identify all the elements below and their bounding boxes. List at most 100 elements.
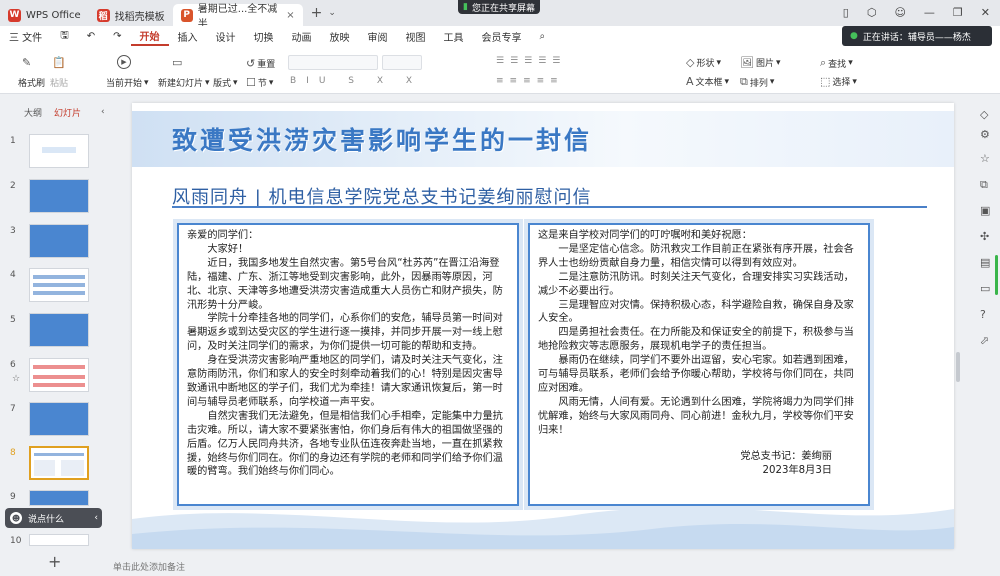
share-icon[interactable]: ⬀ [980, 334, 989, 347]
search-icon[interactable]: ⌕ [531, 26, 555, 46]
paragraph: 风雨无情，人间有爱。无论遇到什么困难，学院将竭力为同学们排忧解难，始终与大家风雨… [538, 396, 854, 436]
font-size-select[interactable] [382, 55, 422, 70]
tab-document[interactable]: P 暑期已过...全不减半 × [172, 4, 303, 30]
format-painter-icon[interactable]: ✎ [22, 56, 31, 69]
share-label: 您正在共享屏幕 [471, 3, 535, 14]
undo-icon[interactable]: ↶ [78, 26, 104, 46]
chat-input[interactable]: ☻ 说点什么 ‹ [5, 508, 102, 528]
maximize-button[interactable]: ❐ [953, 6, 963, 19]
tab-outline[interactable]: 大纲 [24, 106, 42, 119]
slide-thumbnail[interactable]: 4 [0, 268, 107, 306]
tab-wps-office[interactable]: W WPS Office [0, 4, 89, 26]
slide-number: 8 [10, 448, 16, 458]
tools-icon[interactable]: ✣ [980, 230, 989, 243]
letter-left-column[interactable]: 亲爱的同学们： 大家好！ 近日，我国多地发生自然灾害。第5号台风“杜苏芮”在晋江… [173, 219, 523, 510]
shape-button[interactable]: ◇ 形状 ▾ [686, 56, 721, 69]
menu-insert[interactable]: 插入 [169, 26, 207, 46]
format-painter-button[interactable]: 格式刷 [18, 76, 45, 89]
paragraph: 二是注意防汛防讯。时刻关注天气变化，合理安排实习实践活动，减少不必要出行。 [538, 271, 854, 297]
play-from-current-button[interactable]: 当前开始 ▾ [106, 76, 149, 90]
picture-button[interactable]: 🖼 图片 ▾ [740, 56, 781, 69]
paragraph: 身在受洪涝灾害影响严重地区的同学们，请及时关注天气变化，注意防雨防汛，你们和家人… [187, 355, 503, 408]
copy-icon[interactable]: ⧉ [980, 178, 988, 192]
slide-preview [29, 134, 89, 168]
menu-view[interactable]: 视图 [397, 26, 435, 46]
signature: 党总支书记：姜绚丽 [740, 450, 832, 462]
slide-thumbnail[interactable]: 6 ☆ [0, 358, 107, 396]
find-button[interactable]: ⌕ 查找 ▾ [820, 56, 853, 70]
add-slide-button[interactable]: + [48, 552, 61, 571]
slide-preview [29, 268, 89, 302]
layout-button[interactable]: 版式 ▾ [213, 76, 238, 90]
chat-icon[interactable]: ▭ [980, 282, 990, 295]
menu-design[interactable]: 设计 [207, 26, 245, 46]
button-label: 新建幻灯片 [158, 79, 204, 89]
font-family-select[interactable] [288, 55, 378, 70]
panel-tabs: 大纲 幻灯片 ‹ [0, 94, 107, 130]
close-icon[interactable]: × [286, 10, 294, 21]
letter-right-column[interactable]: 这是来自学校对同学们的叮咛嘱咐和美好祝愿： 一是坚定信心信念。防汛救灾工作目前正… [524, 219, 874, 510]
menu-membership[interactable]: 会员专享 [473, 26, 531, 46]
button-label: 重置 [257, 60, 276, 70]
font-style-buttons[interactable]: BIU S X X [290, 76, 422, 86]
slide-preview [29, 490, 89, 506]
button-label: 文本框 [695, 78, 723, 88]
chevron-down-icon[interactable]: ⌄ [328, 8, 336, 18]
slide-title[interactable]: 致遭受洪涝灾害影响学生的一封信 [172, 121, 592, 157]
arrange-button[interactable]: ⧉ 排列 ▾ [740, 75, 774, 89]
paste-button[interactable]: 粘贴 [50, 76, 68, 89]
menu-tools[interactable]: 工具 [435, 26, 473, 46]
menu-slideshow[interactable]: 放映 [321, 26, 359, 46]
slide-thumbnail[interactable]: 5 [0, 313, 107, 351]
slide-preview [29, 224, 89, 258]
properties-icon[interactable]: ◇ [980, 108, 988, 121]
menu-file[interactable]: 三 文件 [0, 26, 51, 46]
image-icon[interactable]: ▣ [980, 204, 990, 217]
close-window-button[interactable]: ✕ [981, 6, 990, 19]
screen-share-indicator[interactable]: ▮ 您正在共享屏幕 [458, 0, 540, 14]
avatar[interactable]: ☺ [894, 6, 905, 19]
quick-save-icon[interactable]: 🖫 [51, 26, 78, 46]
paragraph-buttons[interactable]: ☰☰☰☰☰ [496, 56, 566, 66]
menu-animation[interactable]: 动画 [283, 26, 321, 46]
textbox-button[interactable]: A 文本框 ▾ [686, 75, 729, 88]
book-icon[interactable]: ▤ [980, 256, 990, 269]
menu-transition[interactable]: 切换 [245, 26, 283, 46]
notes-placeholder: 单击此处添加备注 [113, 563, 186, 573]
layout-icon[interactable]: ▯ [843, 6, 849, 19]
menu-review[interactable]: 审阅 [359, 26, 397, 46]
paste-icon[interactable]: 📋 [52, 56, 66, 69]
collapse-icon[interactable]: ‹ [101, 107, 105, 117]
speaking-indicator: ● 正在讲话：辅导员——杨杰 [842, 26, 992, 46]
cube-icon[interactable]: ⬡ [867, 6, 877, 19]
slide-thumbnail[interactable]: 2 [0, 179, 107, 217]
section-button[interactable]: ☐ 节 ▾ [246, 76, 273, 89]
tab-template[interactable]: 稻 找稻壳模板 [89, 4, 173, 26]
vertical-scrollbar[interactable] [956, 352, 960, 382]
collapse-chat-icon[interactable]: ‹ [94, 513, 98, 523]
notes-area[interactable]: 单击此处添加备注 [107, 557, 1000, 576]
slide-thumbnail[interactable]: 3 [0, 224, 107, 262]
slide-canvas[interactable]: 致遭受洪涝灾害影响学生的一封信 风雨同舟 | 机电信息学院党总支书记姜绚丽慰问信… [132, 103, 954, 549]
slide-thumbnail[interactable]: 1 [0, 134, 107, 172]
minimize-button[interactable]: — [924, 6, 935, 19]
menu-home[interactable]: 开始 [130, 26, 169, 46]
add-tab-button[interactable]: + [311, 5, 323, 21]
alignment-buttons[interactable]: ≡≡≡≡≡ [496, 76, 564, 86]
window-controls: ▯ ⬡ ☺ — ❐ ✕ [843, 6, 990, 19]
reset-button[interactable]: ↺ 重置 [246, 57, 275, 70]
paragraph: 近日，我国多地发生自然灾害。第5号台风“杜苏芮”在晋江沿海登陆，福建、广东、浙江… [187, 257, 503, 311]
new-slide-button[interactable]: 新建幻灯片 ▾ [158, 76, 210, 90]
sliders-icon[interactable]: ⚙ [980, 128, 990, 141]
slide-thumbnail[interactable]: 7 [0, 402, 107, 440]
slide-thumbnail-selected[interactable]: 8 [0, 446, 107, 484]
star-icon[interactable]: ☆ [980, 152, 990, 165]
button-label: 选择 [832, 78, 851, 88]
new-slide-icon[interactable]: ▭ [172, 56, 182, 69]
paragraph: 这是来自学校对同学们的叮咛嘱咐和美好祝愿： [538, 230, 752, 241]
tab-slides[interactable]: 幻灯片 [54, 106, 81, 119]
select-button[interactable]: ⬚ 选择 ▾ [820, 75, 857, 88]
help-icon[interactable]: ? [980, 308, 986, 321]
play-icon[interactable]: ▶ [117, 55, 131, 69]
redo-icon[interactable]: ↷ [104, 26, 130, 46]
